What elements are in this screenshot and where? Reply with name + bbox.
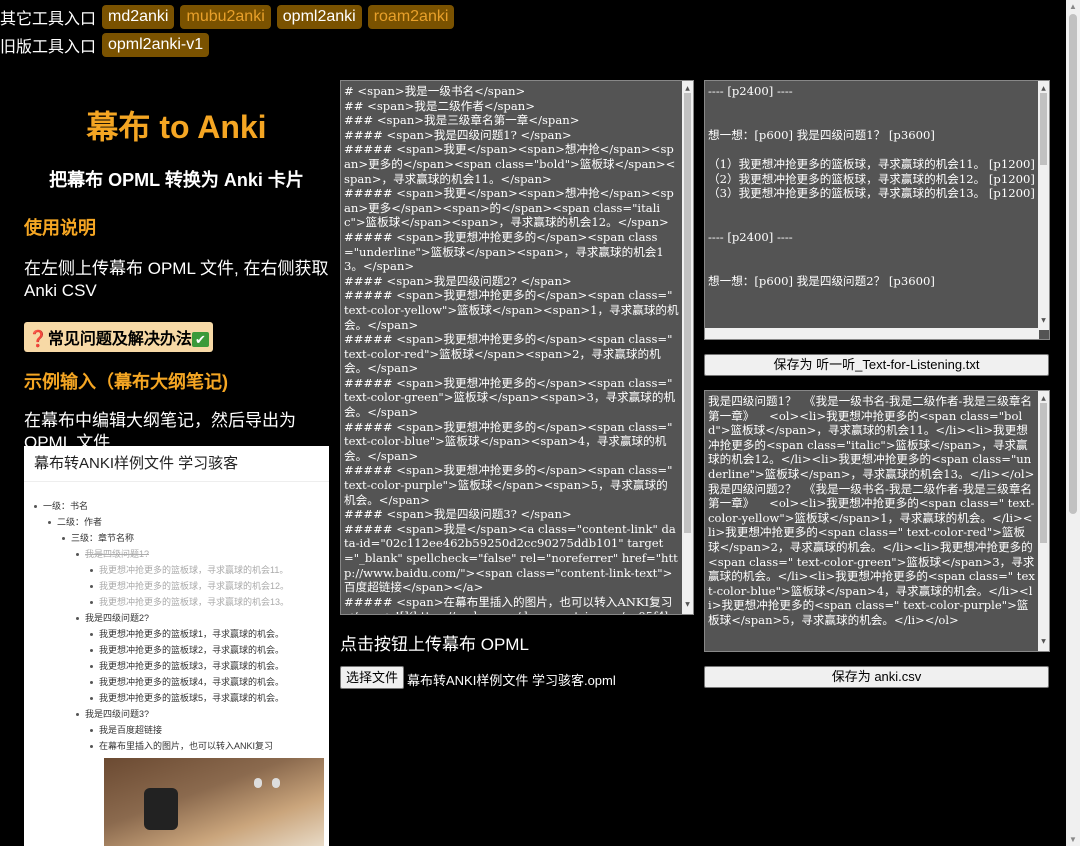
anki-csv-textarea[interactable]: 我是四级问题1？ 《我是一级书名-我是二级作者-我是三级章名第一章》 <ol><… <box>704 390 1050 652</box>
outline-row: 二级：作者 <box>48 514 102 530</box>
tool-link-mubu2anki[interactable]: mubu2anki <box>180 5 271 29</box>
outline-row: 一级：书名 <box>34 498 88 514</box>
outline-row: 我更想冲抢更多的篮板球2，寻求赢球的机会。 <box>90 642 284 658</box>
outline-row: 我更想冲抢更多的篮板球5，寻求赢球的机会。 <box>90 690 284 706</box>
page-subtitle: 把幕布 OPML 转换为 Anki 卡片 <box>49 170 304 190</box>
brand-title: 幕布 to Anki <box>86 109 267 145</box>
tool-link-opml2anki[interactable]: opml2anki <box>276 5 362 29</box>
other-tools-label: 其它工具入口 <box>0 11 97 28</box>
scroll-up-icon[interactable]: ▲ <box>1069 2 1077 11</box>
listen-scrollbar[interactable]: ▲ ▼ <box>1038 81 1049 330</box>
earbud-shape <box>272 778 280 788</box>
check-icon: ✔ <box>191 332 209 347</box>
outline-row: 三级：章节名称 <box>62 530 134 546</box>
sample-photo <box>104 758 324 846</box>
choose-file-button[interactable]: 选择文件 <box>340 666 404 689</box>
tool-link-md2anki[interactable]: md2anki <box>102 5 175 29</box>
scroll-down-icon[interactable]: ▼ <box>1069 835 1077 844</box>
page-scroll-thumb[interactable] <box>1069 14 1077 514</box>
upload-label: 点击按钮上传幕布 OPML <box>340 635 529 654</box>
selected-file-name: 幕布转ANKI样例文件 学习骇客.opml <box>407 673 616 688</box>
usage-text: 在左侧上传幕布 OPML 文件, 在右侧获取 Anki CSV <box>24 259 329 300</box>
page-scrollbar[interactable]: ▲ ▼ <box>1066 0 1080 846</box>
outline-row: 我更想冲抢更多的篮板球4，寻求赢球的机会。 <box>90 674 284 690</box>
outline-row: 我是百度超链接 <box>90 722 162 738</box>
scroll-thumb[interactable] <box>684 93 691 533</box>
example-heading: 示例输入（幕布大纲笔记) <box>24 372 228 392</box>
listening-text-textarea[interactable]: ---- [p2400] ---- 想一想：[p600] 我是四级问题1？ [p… <box>704 80 1050 340</box>
opml-scrollbar[interactable]: ▲ ▼ <box>682 81 693 614</box>
outline-row: 在幕布里插入的图片，也可以转入ANKI复习 <box>90 738 273 754</box>
old-tools-label: 旧版工具入口 <box>0 39 97 56</box>
save-listening-button[interactable]: 保存为 听一听_Text-for-Listening.txt <box>704 354 1049 376</box>
outline-row: 我更想冲抢更多的篮板球1，寻求赢球的机会。 <box>90 626 284 642</box>
faq-link[interactable]: ❓常见问题及解决办法 ✔ <box>24 322 213 352</box>
outline-row: 我是四级问题1? <box>76 546 149 562</box>
outline-row: 我是四级问题2? <box>76 610 149 626</box>
outline-row: 我更想冲抢更多的篮板球，寻求赢球的机会12。 <box>90 578 289 594</box>
usage-heading: 使用说明 <box>24 218 96 238</box>
scroll-down-icon[interactable]: ▼ <box>1038 635 1049 650</box>
listening-text: ---- [p2400] ---- 想一想：[p600] 我是四级问题1？ [p… <box>708 84 1035 288</box>
scroll-down-icon[interactable]: ▼ <box>682 598 693 613</box>
old-tools-row: 旧版工具入口 opml2anki-v1 <box>0 32 210 58</box>
anki-scrollbar[interactable]: ▲ ▼ <box>1038 391 1049 651</box>
outline-row: 我是四级问题3? <box>76 706 149 722</box>
opml-markdown-text: # <span>我是一级书名</span> ## <span>我是二级作者</s… <box>344 84 679 614</box>
preview-title: 幕布转ANKI样例文件 学习骇客 <box>24 446 329 482</box>
left-panel: 幕布 to Anki 把幕布 OPML 转换为 Anki 卡片 使用说明 在左侧… <box>24 80 329 454</box>
outline-row: 我更想冲抢更多的篮板球3，寻求赢球的机会。 <box>90 658 284 674</box>
anki-csv-text: 我是四级问题1？ 《我是一级书名-我是二级作者-我是三级章名第一章》 <ol><… <box>708 394 1035 627</box>
scroll-thumb[interactable] <box>1040 403 1047 543</box>
tool-link-roam2anki[interactable]: roam2anki <box>367 5 455 29</box>
listen-hscrollbar[interactable] <box>705 328 1039 339</box>
other-tools-row: 其它工具入口 md2anki mubu2anki opml2anki roam2… <box>0 4 455 30</box>
tool-link-opml2anki-v1[interactable]: opml2anki-v1 <box>102 33 210 57</box>
outline-row: 我更想冲抢更多的篮板球，寻求赢球的机会11。 <box>90 562 288 578</box>
watch-shape <box>144 788 178 830</box>
faq-label: ❓常见问题及解决办法 <box>28 331 192 348</box>
outline-preview-image: 幕布转ANKI样例文件 学习骇客 一级：书名 二级：作者 三级：章节名称 我是四… <box>24 446 329 846</box>
scroll-down-icon[interactable]: ▼ <box>1038 314 1049 329</box>
save-anki-csv-button[interactable]: 保存为 anki.csv <box>704 666 1049 688</box>
earbud-shape <box>254 778 262 788</box>
opml-markdown-textarea[interactable]: # <span>我是一级书名</span> ## <span>我是二级作者</s… <box>340 80 694 615</box>
scroll-thumb[interactable] <box>1040 93 1047 165</box>
outline-row: 我更想冲抢更多的篮板球，寻求赢球的机会13。 <box>90 594 289 610</box>
